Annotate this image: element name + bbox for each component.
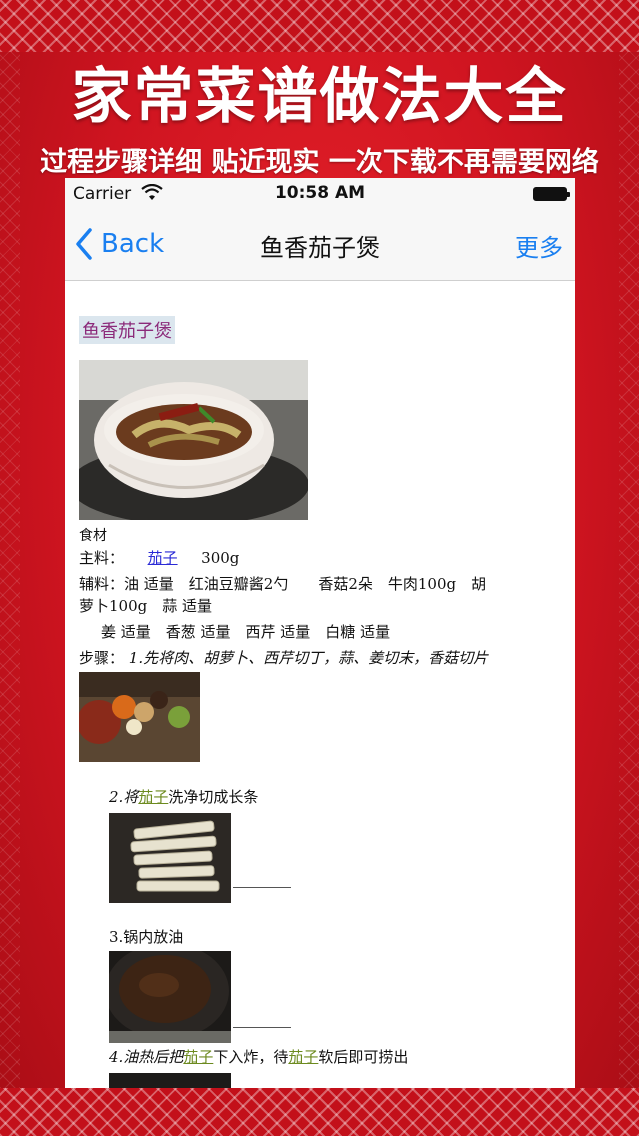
right-pattern-border: [619, 52, 639, 1088]
step-2-divider: [233, 887, 291, 888]
left-pattern-border: [0, 52, 20, 1088]
recipe-heading: 鱼香茄子煲: [79, 316, 175, 344]
main-amount: 300g: [201, 549, 240, 567]
step-2-prefix: 2.将: [109, 788, 139, 806]
status-bar: Carrier 10:58 AM: [65, 178, 575, 210]
step-2-line: 2.将茄子洗净切成长条: [109, 786, 258, 807]
phone-screen: Carrier 10:58 AM Back 鱼香茄子煲 更多 鱼香茄子煲 食材 …: [65, 178, 575, 1088]
step-4-middle: 下入炸，待: [213, 1048, 289, 1066]
main-item-link[interactable]: 茄子: [148, 549, 178, 567]
promo-title: 家常菜谱做法大全: [71, 62, 568, 132]
battery-icon: [533, 187, 570, 201]
navigation-bar: Back 鱼香茄子煲 更多: [65, 210, 575, 281]
step-4-photo: [109, 1073, 231, 1088]
aux-line-2: 萝卜100g 蒜 适量: [79, 597, 213, 615]
step-2-suffix: 洗净切成长条: [168, 788, 259, 806]
top-pattern-border: [0, 0, 639, 52]
steps-label: 步骤：: [79, 649, 125, 667]
main-ingredient-line: 主料： 茄子 300g: [79, 547, 239, 568]
aux-line-1: 辅料：油 适量 红油豆瓣酱2勺 香菇2朵 牛肉100g 胡: [79, 575, 487, 593]
more-button[interactable]: 更多: [515, 228, 563, 263]
step-1-photo: [79, 672, 200, 762]
step-3-divider: [233, 1027, 291, 1028]
recipe-content: 鱼香茄子煲 食材 主料： 茄子 300g 辅料：油 适量 红油豆瓣酱2勺 香菇2…: [65, 281, 575, 1088]
aux-line-3: 姜 适量 香葱 适量 西芹 适量 白糖 适量: [101, 623, 391, 641]
step-3-photo: [109, 951, 231, 1043]
step-4-link-2[interactable]: 茄子: [288, 1048, 318, 1066]
ingredients-label: 食材: [79, 528, 107, 544]
step-3-line: 3.锅内放油: [109, 928, 184, 946]
step-1-text: 1.先将肉、胡萝卜、西芹切丁，蒜、姜切末，香菇切片: [128, 649, 489, 667]
bottom-pattern-border: [0, 1088, 639, 1136]
step-4-line: 4.油热后把茄子下入炸，待茄子软后即可捞出: [109, 1046, 408, 1067]
main-label: 主料：: [79, 549, 125, 567]
step-2-photo: [109, 813, 231, 903]
status-time: 10:58 AM: [274, 183, 366, 203]
step-1-line: 步骤： 1.先将肉、胡萝卜、西芹切丁，蒜、姜切末，香菇切片: [79, 647, 488, 668]
step-4-suffix: 软后即可捞出: [318, 1048, 409, 1066]
nav-title: 鱼香茄子煲: [260, 234, 380, 262]
step-4-link-1[interactable]: 茄子: [183, 1048, 213, 1066]
dish-photo: [79, 360, 308, 520]
step-4-prefix: 4.油热后把: [109, 1048, 184, 1066]
step-2-link[interactable]: 茄子: [138, 788, 168, 806]
